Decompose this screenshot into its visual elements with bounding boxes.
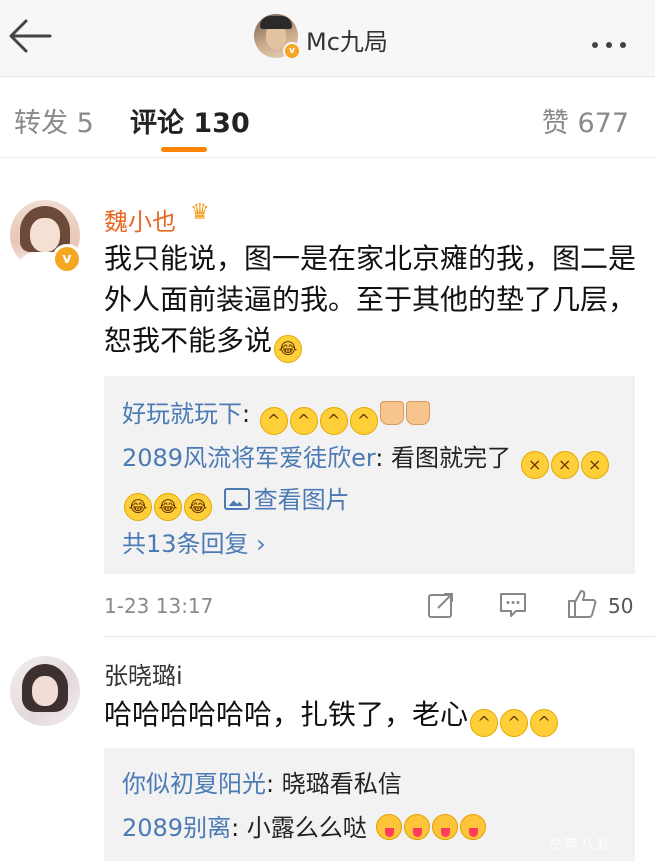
tab-bar: 转发 5 评论 130 赞 677: [0, 77, 655, 158]
grin-emoji-icon: ^: [500, 709, 529, 737]
comment-username[interactable]: 魏小也: [104, 202, 176, 237]
reply-username[interactable]: 好玩就玩下: [122, 400, 242, 428]
chevron-right-icon: ›: [248, 530, 266, 558]
avatar[interactable]: [10, 656, 80, 726]
top-bar: v Mc九局: [0, 0, 655, 77]
reply-line: 2089风流将军爱徒欣er: 看图就完了 × × ×: [122, 438, 609, 479]
reply-username[interactable]: 2089风流将军爱徒欣er: [122, 444, 375, 472]
reply-box[interactable]: 好玩就玩下: ^ ^ ^ ^ 2089风流将军爱徒欣er: 看图就完了 × × × 😂 😂 😂…: [104, 376, 635, 574]
reply-text: 晓璐看私信: [281, 770, 402, 798]
laugh-cry-emoji-icon: 😂: [184, 493, 212, 521]
tongue-emoji-icon: [432, 814, 459, 840]
repost-icon[interactable]: [426, 590, 456, 620]
comment-text: 我只能说，图一是在家北京瘫的我，图二是外人面前装逼的我。至于其他的垫了几层，恕我…: [104, 238, 644, 363]
sad-emoji-icon: ×: [520, 451, 549, 479]
thumbs-up-icon[interactable]: [566, 588, 598, 620]
reply-line: 你似初夏阳光: 晓璐看私信: [122, 770, 402, 798]
sad-emoji-icon: ×: [580, 451, 609, 479]
crown-icon: ♛: [190, 200, 210, 225]
tongue-emoji-icon: [404, 814, 431, 840]
reply-text: 看图就完了: [391, 444, 512, 472]
reply-line: 好玩就玩下: ^ ^ ^ ^: [122, 394, 430, 435]
laugh-cry-emoji-icon: 😂: [274, 335, 303, 363]
reply-username[interactable]: 2089别离: [122, 814, 231, 842]
reply-line: 😂 😂 😂 查看图片: [122, 480, 350, 521]
more-replies-link[interactable]: 共13条回复 ›: [122, 524, 266, 559]
comment-text: 哈哈哈哈哈哈，扎铁了，老心 ^ ^ ^: [104, 694, 644, 737]
watermark: 左岸八卦: [548, 837, 612, 853]
comment-icon[interactable]: [498, 590, 528, 620]
grin-emoji-icon: ^: [470, 709, 499, 737]
post-author-name[interactable]: Mc九局: [306, 22, 388, 57]
comment-time: 1-23 13:17: [104, 594, 214, 618]
active-tab-indicator: [161, 147, 207, 152]
tab-comments[interactable]: 评论 130: [130, 101, 250, 140]
grin-emoji-icon: ^: [349, 407, 378, 435]
ellipsis-icon[interactable]: [592, 33, 634, 52]
comment-username[interactable]: 张晓璐i: [104, 656, 183, 691]
laugh-cry-emoji-icon: 😂: [154, 493, 182, 521]
verified-badge-icon: v: [52, 244, 82, 274]
arrow-left-icon[interactable]: [6, 16, 52, 56]
grin-emoji-icon: ^: [259, 407, 288, 435]
grin-emoji-icon: ^: [530, 709, 559, 737]
thumbs-up-icon: [379, 401, 404, 425]
divider: [104, 636, 655, 637]
laugh-cry-emoji-icon: 😂: [124, 493, 152, 521]
view-image-link[interactable]: 查看图片: [254, 486, 350, 514]
image-icon: [223, 488, 250, 510]
reply-username[interactable]: 你似初夏阳光: [122, 770, 266, 798]
verified-badge-icon: v: [283, 42, 301, 60]
thumbs-up-icon: [405, 401, 430, 425]
reply-line: 2089别离: 小露么么哒: [122, 808, 487, 843]
grin-emoji-icon: ^: [319, 407, 348, 435]
tab-repost[interactable]: 转发 5: [14, 101, 94, 140]
tongue-emoji-icon: [376, 814, 403, 840]
reply-text: 小露么么哒: [246, 814, 367, 842]
tongue-emoji-icon: [460, 814, 487, 840]
tab-like[interactable]: 赞 677: [542, 101, 629, 140]
like-count: 50: [608, 594, 634, 618]
grin-emoji-icon: ^: [289, 407, 318, 435]
sad-emoji-icon: ×: [550, 451, 579, 479]
